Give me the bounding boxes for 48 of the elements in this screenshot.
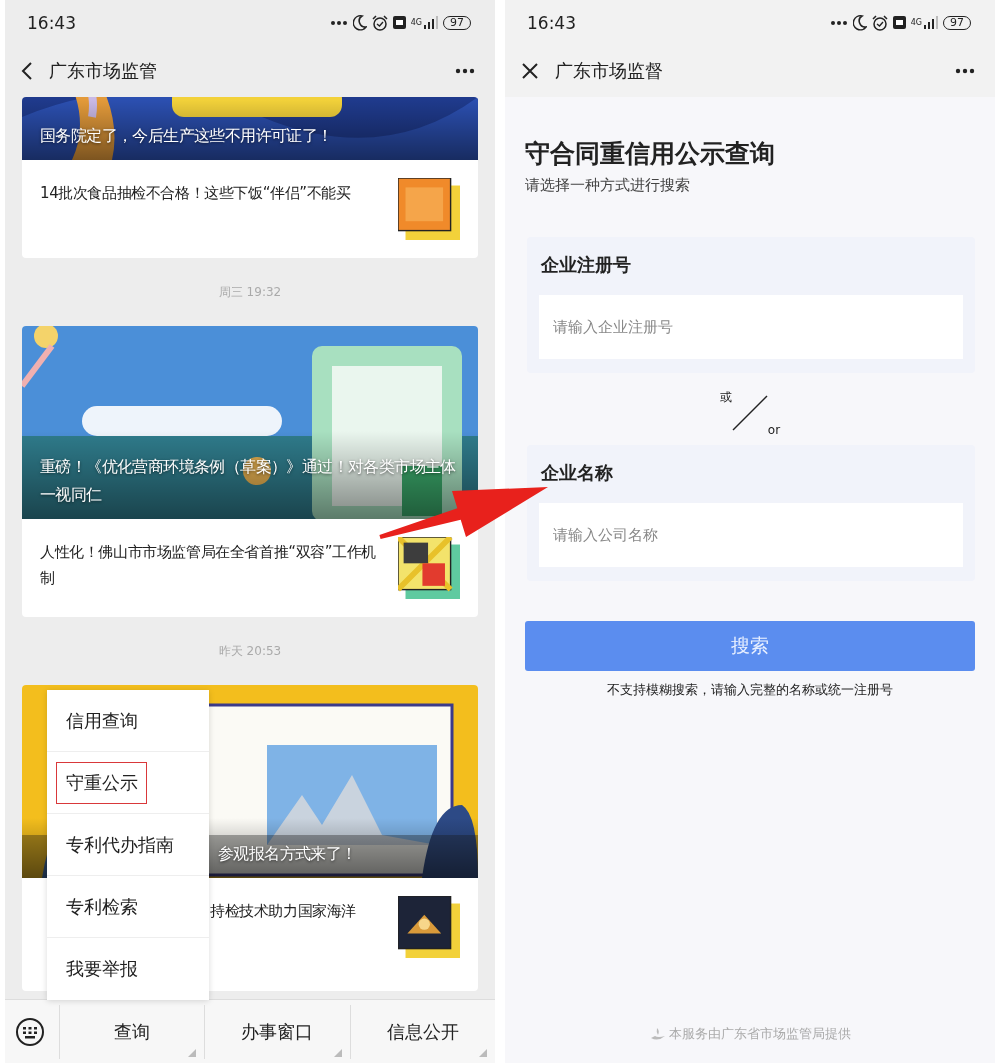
more-options-icon[interactable] <box>455 68 475 74</box>
article-title[interactable]: 人性化！佛山市市场监管局在全省首推“双容”工作机制 <box>40 539 378 591</box>
input-field[interactable]: 请输入公司名称 <box>539 503 963 567</box>
article-title[interactable]: 14批次食品抽检不合格！这些下饭“伴侣”不能买 <box>40 180 378 206</box>
menu-tab[interactable]: 查询 <box>59 1004 205 1059</box>
close-icon[interactable] <box>521 62 539 80</box>
form-title: 守合同重信用公示查询 <box>525 138 776 170</box>
hd-icon <box>392 16 406 29</box>
moon-icon <box>352 14 367 31</box>
message-timestamp: 昨天 20:53 <box>218 642 282 660</box>
network-label: 4G <box>910 18 922 27</box>
more-icon <box>329 19 348 26</box>
signal-icon <box>424 16 438 29</box>
keyboard-icon[interactable] <box>15 1016 45 1047</box>
moon-icon <box>852 14 867 31</box>
submenu-indicator-icon <box>479 1048 487 1057</box>
alarm-clock-icon <box>871 14 888 31</box>
or-label: or <box>767 423 781 437</box>
menu-tab[interactable]: 信息公开 <box>349 1004 495 1059</box>
or-label: 或 <box>719 389 732 406</box>
field-label: 企业名称 <box>540 461 614 485</box>
status-time: 16:43 <box>527 12 576 33</box>
field-label: 企业注册号 <box>540 253 632 277</box>
search-hint: 不支持模糊搜索，请输入完整的名称或统一注册号 <box>606 681 894 699</box>
network-label: 4G <box>410 18 422 27</box>
submenu-indicator-icon <box>188 1048 197 1057</box>
more-icon <box>829 19 848 26</box>
message-timestamp: 周三 19:32 <box>218 283 282 301</box>
footer-credit: 本服务由广东省市场监管局提供 <box>669 1025 851 1043</box>
menu-item[interactable]: 信用查询 <box>47 690 209 752</box>
hd-icon <box>892 16 906 29</box>
page-title: 广东市场监督 <box>555 59 664 83</box>
menu-tab[interactable]: 办事窗口 <box>204 1004 350 1059</box>
status-time: 16:43 <box>27 12 76 33</box>
menu-item[interactable]: 我要举报 <box>47 938 209 1000</box>
menu-item[interactable]: 专利检索 <box>47 876 209 938</box>
back-icon[interactable] <box>21 61 33 81</box>
more-options-icon[interactable] <box>955 68 975 74</box>
form-subtitle: 请选择一种方式进行搜索 <box>525 176 691 195</box>
account-title: 广东市场监管 <box>49 59 158 83</box>
signal-icon <box>924 16 938 29</box>
alarm-clock-icon <box>371 14 388 31</box>
submenu-indicator-icon <box>333 1048 342 1057</box>
emblem-icon <box>649 1026 667 1042</box>
slash-divider <box>731 395 768 431</box>
input-field[interactable]: 请输入企业注册号 <box>539 295 963 359</box>
menu-item[interactable]: 守重公示 <box>47 752 209 814</box>
menu-item[interactable]: 专利代办指南 <box>47 814 209 876</box>
